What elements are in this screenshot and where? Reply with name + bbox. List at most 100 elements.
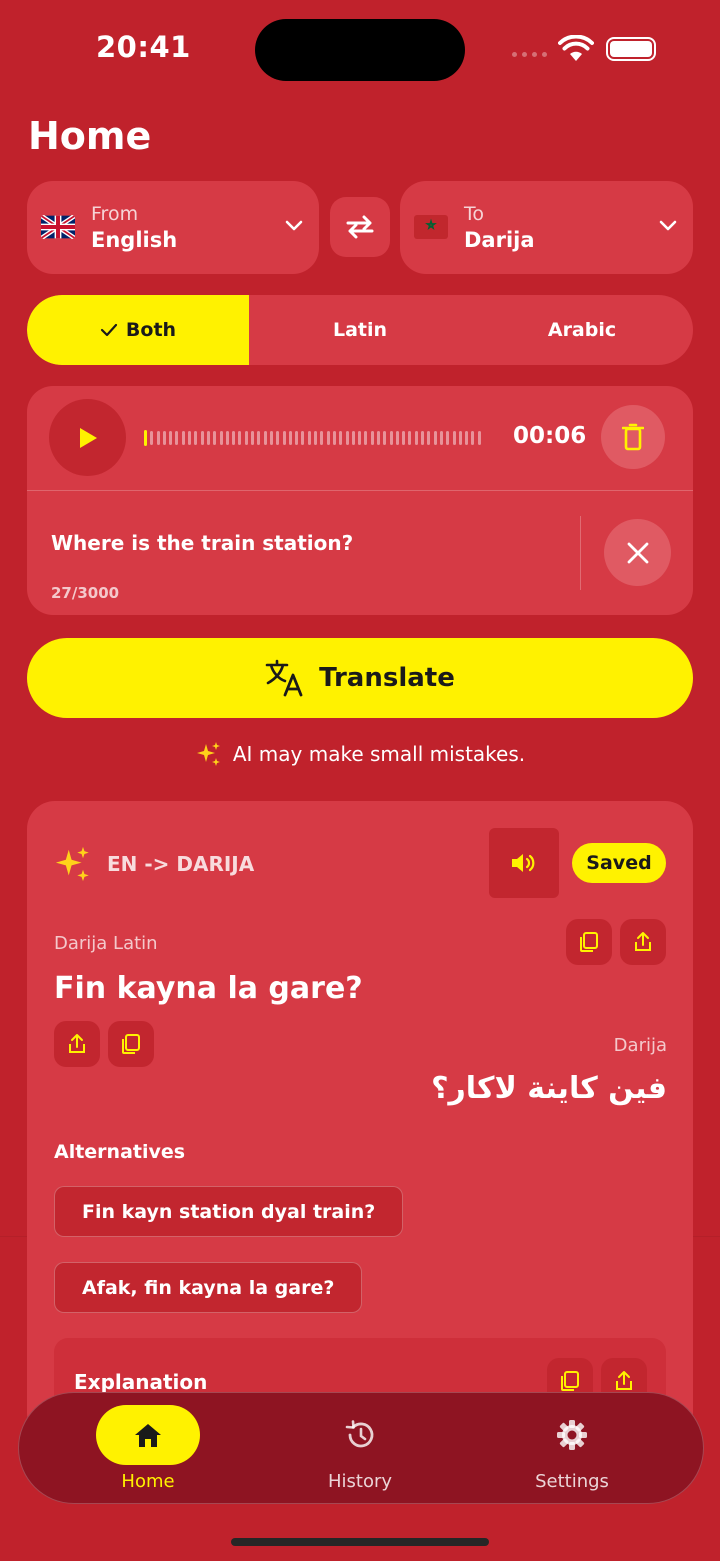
copy-icon	[561, 1371, 579, 1391]
waveform-bar	[477, 431, 481, 445]
waveform-bar	[395, 431, 399, 445]
from-label: From	[91, 203, 139, 225]
from-language-value: English	[91, 228, 178, 252]
ai-disclaimer: AI may make small mistakes.	[0, 740, 720, 768]
chevron-down-icon	[285, 217, 303, 236]
waveform-bar	[345, 431, 349, 445]
waveform-bar	[339, 431, 343, 445]
sparkles-icon	[55, 846, 89, 882]
waveform-bar	[162, 431, 166, 445]
copy-arabic-button[interactable]	[108, 1021, 154, 1067]
status-time: 20:41	[96, 30, 191, 64]
waveform-bar	[376, 431, 380, 445]
script-option-both[interactable]: Both	[27, 295, 249, 365]
nav-home[interactable]: Home	[48, 1393, 248, 1505]
close-icon	[627, 542, 648, 563]
swap-icon	[346, 215, 374, 239]
character-count: 27/3000	[51, 584, 120, 602]
to-label: To	[464, 203, 485, 225]
waveform-bar	[251, 431, 255, 445]
alternative-chip[interactable]: Fin kayn station dyal train?	[54, 1186, 404, 1237]
translate-icon	[265, 659, 303, 697]
waveform-bar	[326, 431, 330, 445]
translation-result-card: EN -> DARIJA Saved Darija Latin Fin kayn…	[27, 801, 693, 1441]
waveform-bar	[332, 431, 336, 445]
delete-recording-button[interactable]	[601, 405, 665, 469]
morocco-flag-icon	[414, 215, 448, 239]
script-selector: Both Latin Arabic	[27, 295, 693, 365]
play-recording-button[interactable]	[49, 399, 126, 476]
waveform-bar	[238, 431, 242, 445]
waveform-bar	[181, 431, 185, 445]
waveform-bar	[276, 431, 280, 445]
alternative-chip[interactable]: Afak, fin kayna la gare?	[54, 1262, 363, 1313]
waveform-bar	[383, 431, 387, 445]
uk-flag-icon	[41, 215, 75, 239]
share-arabic-button[interactable]	[54, 1021, 100, 1067]
dynamic-island	[255, 19, 465, 81]
waveform-bar	[452, 431, 456, 445]
share-icon	[635, 932, 651, 951]
copy-latin-button[interactable]	[566, 919, 612, 965]
waveform-bar	[307, 431, 311, 445]
nav-history[interactable]: History	[260, 1393, 460, 1505]
script-option-arabic[interactable]: Arabic	[471, 295, 693, 365]
to-language-selector[interactable]: To Darija	[400, 181, 693, 274]
recording-duration: 00:06	[513, 423, 587, 449]
waveform-bar	[144, 430, 147, 446]
copy-icon	[122, 1034, 140, 1054]
gear-icon	[520, 1405, 624, 1465]
copy-icon	[580, 932, 598, 952]
home-indicator	[231, 1538, 489, 1546]
alternatives-title: Alternatives	[54, 1141, 186, 1163]
source-text-input[interactable]: Where is the train station?	[51, 531, 353, 555]
to-language-value: Darija	[464, 228, 535, 252]
waveform-bar	[288, 431, 292, 445]
waveform-bar	[471, 431, 475, 445]
translation-direction: EN -> DARIJA	[107, 852, 255, 876]
swap-languages-button[interactable]	[330, 197, 390, 257]
chevron-down-icon	[659, 217, 677, 236]
nav-settings[interactable]: Settings	[472, 1393, 672, 1505]
nav-label: Home	[121, 1471, 175, 1492]
from-language-selector[interactable]: From English	[27, 181, 319, 274]
share-latin-button[interactable]	[620, 919, 666, 965]
waveform-bar	[408, 431, 412, 445]
script-option-label: Arabic	[547, 319, 617, 341]
waveform-bar	[427, 431, 431, 445]
script-option-latin[interactable]: Latin	[249, 295, 471, 365]
waveform-bar	[244, 431, 248, 445]
waveform-bar	[257, 431, 261, 445]
waveform-bar	[194, 431, 198, 445]
battery-icon	[606, 37, 656, 61]
script-option-label: Latin	[332, 319, 388, 341]
disclaimer-text: AI may make small mistakes.	[232, 742, 526, 766]
saved-badge[interactable]: Saved	[572, 843, 666, 883]
waveform-bar	[301, 431, 305, 445]
waveform-bar	[364, 431, 368, 445]
waveform-bar	[439, 431, 443, 445]
speaker-icon	[512, 854, 535, 872]
translate-button[interactable]: Translate	[27, 638, 693, 718]
waveform-bar	[206, 431, 210, 445]
audio-waveform[interactable]	[144, 429, 481, 447]
explanation-title: Explanation	[74, 1370, 208, 1394]
clear-text-button[interactable]	[604, 519, 671, 586]
waveform-bar	[269, 431, 273, 445]
translate-button-label: Translate	[319, 663, 455, 693]
history-icon	[308, 1405, 412, 1465]
play-icon	[79, 427, 97, 448]
waveform-bar	[282, 431, 286, 445]
waveform-bar	[295, 431, 299, 445]
divider	[27, 490, 693, 491]
cellular-signal-icon	[512, 52, 547, 57]
waveform-bar	[320, 431, 324, 445]
checkmark-icon	[100, 323, 118, 337]
arabic-label: Darija	[613, 1035, 667, 1056]
waveform-bar	[433, 431, 437, 445]
share-icon	[69, 1034, 85, 1053]
waveform-bar	[414, 431, 418, 445]
play-translation-audio-button[interactable]	[489, 828, 559, 898]
divider	[580, 516, 581, 590]
waveform-bar	[358, 431, 362, 445]
